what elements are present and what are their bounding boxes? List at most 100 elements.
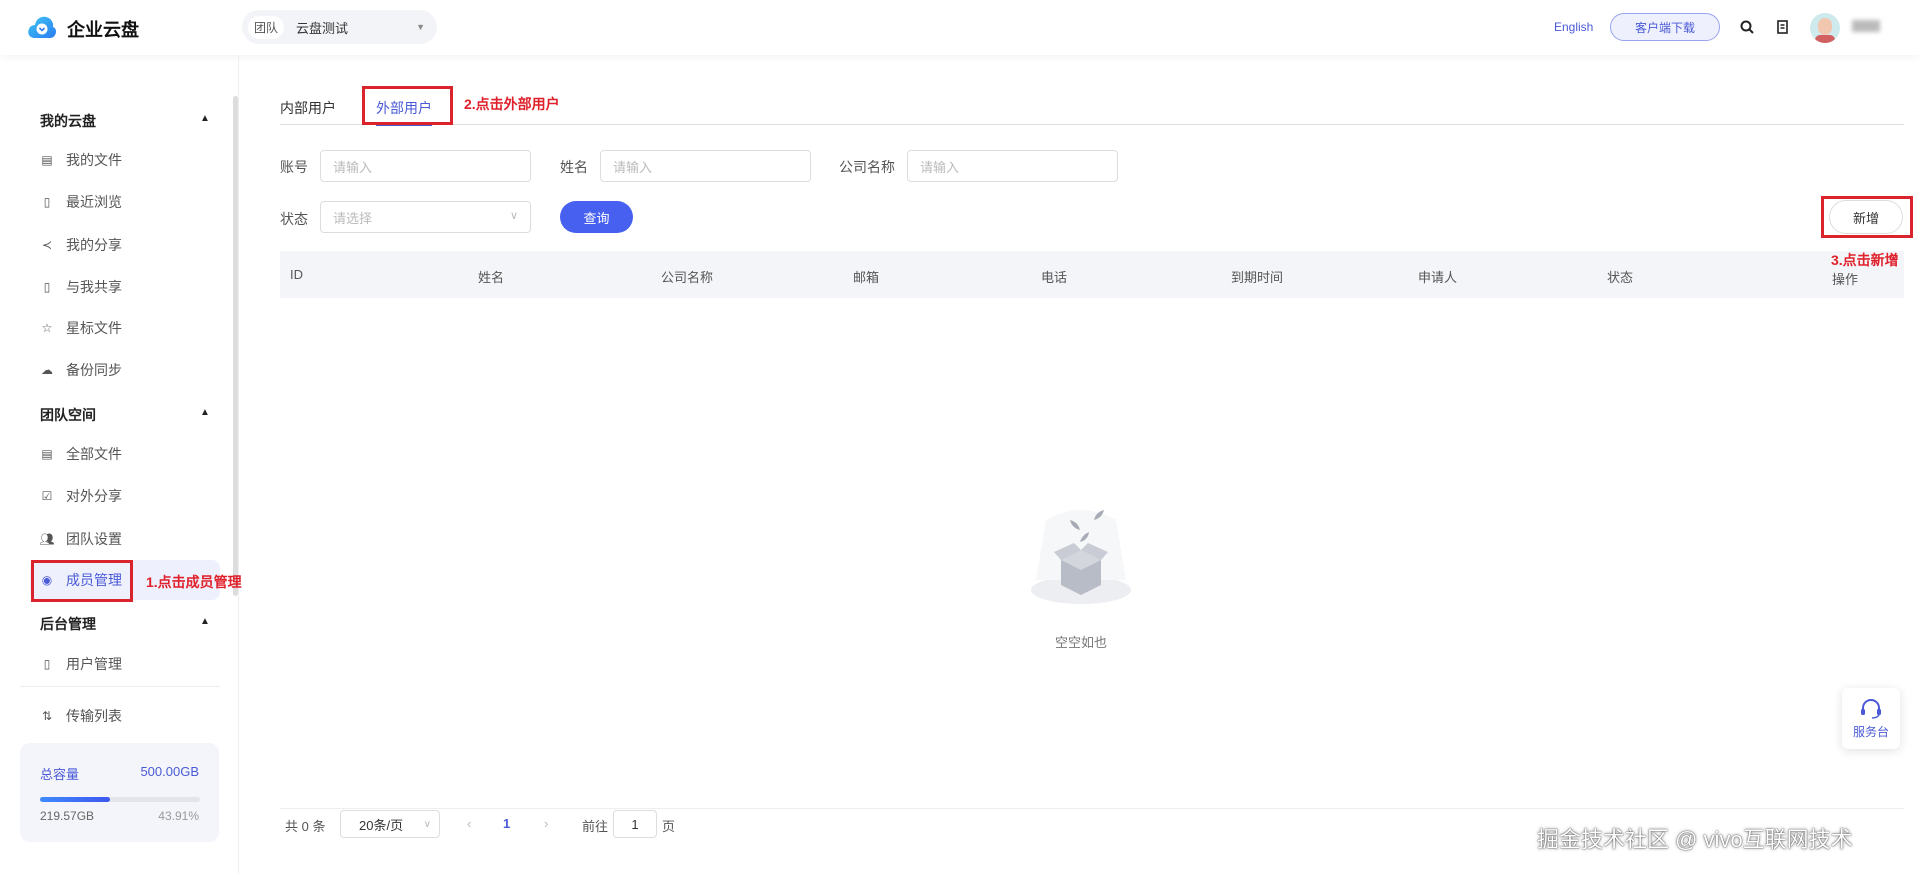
sidebar-item-external-share[interactable]: ☑ 对外分享 <box>30 476 220 516</box>
section-admin[interactable]: 后台管理 <box>40 614 96 634</box>
sidebar-divider <box>20 686 220 687</box>
annotation-box-step3 <box>1821 196 1913 238</box>
sidebar-item-label: 最近浏览 <box>66 194 122 210</box>
sidebar-item-label: 全部文件 <box>66 446 122 462</box>
status-label: 状态 <box>280 211 308 227</box>
collapse-icon[interactable]: ▲ <box>200 113 210 124</box>
company-input[interactable]: 请输入 <box>907 150 1118 182</box>
annotation-step2: 2.点击外部用户 <box>464 96 560 112</box>
sidebar-item-user-management[interactable]: ▯ 用户管理 <box>30 644 220 684</box>
column-name: 姓名 <box>478 270 505 285</box>
sidebar-item-transfer-list[interactable]: ⇅ 传输列表 <box>30 696 220 736</box>
language-switch[interactable]: English <box>1554 20 1593 34</box>
share-icon: ≺ <box>41 238 53 252</box>
tab-internal-users[interactable]: 内部用户 <box>280 98 336 118</box>
column-phone: 电话 <box>1041 270 1068 285</box>
goto-page-input[interactable]: 1 <box>613 810 657 838</box>
recent-file-icon: ▯ <box>43 195 51 209</box>
storage-used: 219.57GB <box>40 809 95 823</box>
pagination-divider <box>280 808 1904 809</box>
status-select[interactable]: 请选择 ∨ <box>320 201 531 233</box>
storage-progress-bar <box>40 797 200 802</box>
sidebar-item-team-settings[interactable]: 👥︎ 团队设置 <box>30 519 220 559</box>
checklist-icon: ☑ <box>41 489 53 503</box>
column-applicant: 申请人 <box>1418 270 1458 285</box>
sidebar-item-shared-with-me[interactable]: ▯ 与我共享 <box>30 267 220 307</box>
chevron-down-icon: ∨ <box>423 818 431 830</box>
headset-icon <box>1861 698 1881 719</box>
username-blurred <box>1852 20 1880 32</box>
star-icon: ☆ <box>41 321 53 335</box>
column-actions: 操作 <box>1832 272 1859 287</box>
sidebar-item-label: 星标文件 <box>66 320 122 336</box>
section-team-space[interactable]: 团队空间 <box>40 405 96 425</box>
annotation-box-step1 <box>31 560 133 602</box>
status-placeholder: 请选择 <box>333 210 373 226</box>
page-size-select[interactable]: 20条/页 ∨ <box>340 810 440 838</box>
cloud-logo-icon <box>28 16 57 38</box>
column-status: 状态 <box>1607 270 1634 285</box>
sidebar-item-my-share[interactable]: ≺ 我的分享 <box>30 225 220 265</box>
sidebar-item-label: 我的文件 <box>66 152 122 168</box>
download-client-button[interactable]: 客户端下载 <box>1610 13 1720 41</box>
transfer-icon: ⇅ <box>41 709 53 723</box>
page-number-current[interactable]: 1 <box>503 816 510 831</box>
column-email: 邮箱 <box>853 270 880 285</box>
collapse-icon[interactable]: ▲ <box>200 616 210 627</box>
user-avatar[interactable] <box>1810 13 1840 43</box>
team-tag: 团队 <box>248 15 285 39</box>
next-page-icon[interactable]: › <box>544 816 548 831</box>
cloud-sync-icon: ☁ <box>41 363 53 377</box>
service-desk-button[interactable]: 服务台 <box>1842 688 1900 749</box>
page-unit-label: 页 <box>662 819 676 834</box>
collapse-icon[interactable]: ▲ <box>200 407 210 418</box>
document-icon[interactable] <box>1777 20 1788 34</box>
empty-state-text: 空空如也 <box>1054 635 1107 650</box>
account-input[interactable]: 请输入 <box>320 150 531 182</box>
column-expiry: 到期时间 <box>1231 270 1284 285</box>
sidebar-item-label: 与我共享 <box>66 279 122 295</box>
top-header: 企业云盘 团队 云盘测试 ▼ English 客户端下载 <box>0 0 1920 55</box>
annotation-box-step2 <box>362 86 453 125</box>
team-selector[interactable]: 团队 云盘测试 ▼ <box>242 10 437 44</box>
page-size-value: 20条/页 <box>359 817 404 833</box>
sidebar-item-starred[interactable]: ☆ 星标文件 <box>30 308 220 348</box>
sidebar-item-my-files[interactable]: ▤ 我的文件 <box>30 140 220 180</box>
goto-label: 前往 <box>582 819 609 834</box>
sidebar-item-recent[interactable]: ▯ 最近浏览 <box>30 182 220 222</box>
sidebar-item-label: 对外分享 <box>66 488 122 504</box>
sidebar-item-label: 我的分享 <box>66 237 122 253</box>
caret-down-icon: ▼ <box>416 22 425 32</box>
sidebar-item-all-files[interactable]: ▤ 全部文件 <box>30 434 220 474</box>
prev-page-icon[interactable]: ‹ <box>467 816 471 831</box>
query-button[interactable]: 查询 <box>560 201 633 233</box>
tabs-divider <box>280 124 1904 125</box>
app-title: 企业云盘 <box>67 20 139 40</box>
file-icon: ▤ <box>41 153 53 167</box>
sidebar-item-label: 团队设置 <box>66 531 122 547</box>
storage-percent: 43.91% <box>158 809 199 823</box>
sidebar-item-label: 传输列表 <box>66 708 122 724</box>
sidebar-item-backup[interactable]: ☁ 备份同步 <box>30 350 220 390</box>
annotation-step3: 3.点击新增 <box>1831 252 1899 268</box>
storage-label: 总容量 <box>40 767 80 782</box>
column-id: ID <box>290 267 303 282</box>
annotation-step1: 1.点击成员管理 <box>146 574 242 590</box>
account-label: 账号 <box>280 159 308 175</box>
storage-card: 总容量 500.00GB 219.57GB 43.91% <box>20 743 219 842</box>
id-card-icon: ▯ <box>43 657 51 671</box>
team-icon: 👥︎ <box>39 532 55 546</box>
search-icon[interactable] <box>1740 20 1754 34</box>
chevron-down-icon: ∨ <box>509 210 518 222</box>
service-desk-label: 服务台 <box>1852 724 1889 739</box>
sidebar-item-label: 备份同步 <box>66 362 122 378</box>
table-header: ID 姓名 公司名称 邮箱 电话 到期时间 申请人 状态 操作 <box>280 251 1904 298</box>
sidebar-scrollbar[interactable] <box>233 96 238 596</box>
name-input[interactable]: 请输入 <box>600 150 811 182</box>
storage-total: 500.00GB <box>140 764 199 779</box>
storage-progress-fill <box>40 797 111 802</box>
shared-with-me-icon: ▯ <box>43 280 51 294</box>
team-name: 云盘测试 <box>296 20 349 36</box>
name-label: 姓名 <box>560 159 588 175</box>
section-my-cloud[interactable]: 我的云盘 <box>40 111 96 131</box>
